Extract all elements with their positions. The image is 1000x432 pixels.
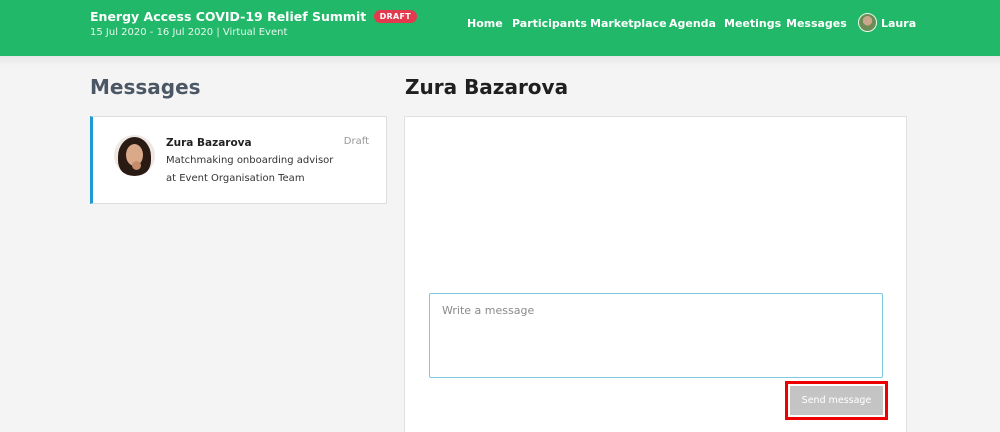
nav-home[interactable]: Home: [467, 17, 503, 30]
top-bar: Energy Access COVID-19 Relief Summit DRA…: [0, 0, 1000, 56]
message-input[interactable]: [429, 293, 883, 378]
draft-badge: DRAFT: [373, 10, 417, 23]
avatar: [114, 135, 155, 176]
event-title-text[interactable]: Energy Access COVID-19 Relief Summit: [90, 9, 366, 24]
nav-marketplace[interactable]: Marketplace: [590, 17, 667, 30]
conversation-name: Zura Bazarova: [166, 137, 252, 149]
conversation-title: Zura Bazarova: [405, 75, 569, 99]
nav-messages[interactable]: Messages: [786, 17, 847, 30]
event-subtitle: 15 Jul 2020 - 16 Jul 2020 | Virtual Even…: [90, 27, 288, 38]
conversation-organisation: at Event Organisation Team: [166, 173, 305, 184]
nav-meetings[interactable]: Meetings: [724, 17, 781, 30]
send-message-button[interactable]: Send message: [790, 386, 883, 415]
page-title: Messages: [90, 75, 201, 99]
conversation-status: Draft: [343, 136, 369, 147]
conversation-item[interactable]: Zura Bazarova Draft Matchmaking onboardi…: [90, 116, 387, 204]
conversation-role: Matchmaking onboarding advisor: [166, 155, 334, 166]
header-shadow: [0, 56, 1000, 66]
event-title[interactable]: Energy Access COVID-19 Relief Summit DRA…: [90, 9, 417, 24]
user-avatar[interactable]: [858, 13, 877, 32]
nav-participants[interactable]: Participants: [512, 17, 587, 30]
nav-agenda[interactable]: Agenda: [669, 17, 716, 30]
user-menu[interactable]: Laura: [881, 17, 916, 30]
